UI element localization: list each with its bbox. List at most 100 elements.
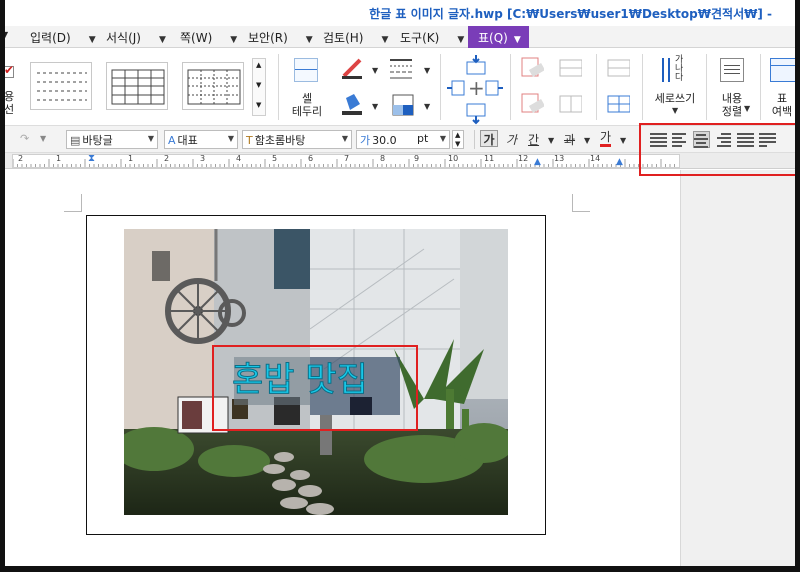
style-icon: ▤ <box>70 134 81 147</box>
insert-col-left-icon[interactable] <box>446 78 470 102</box>
ruler-mark: 7 <box>344 154 350 163</box>
plus-icon: + <box>468 76 485 100</box>
cell-height-equal-icon[interactable] <box>606 56 630 80</box>
delete-col-icon[interactable] <box>520 92 544 116</box>
alignment-highlight-box <box>639 123 799 176</box>
vertical-writing-label[interactable]: 세로쓰기 <box>648 92 702 105</box>
menu-page-label: 쪽(W) <box>180 31 213 45</box>
italic-button[interactable]: 가 <box>506 131 517 148</box>
chevron-down-icon: ▼ <box>513 35 521 45</box>
ruler-mark: 2 <box>164 154 170 163</box>
chevron-down-icon: ▼ <box>147 134 154 143</box>
menu-security-label: 보안(R) <box>248 31 288 45</box>
chevron-down-icon: ▼ <box>341 134 348 143</box>
chevron-down-icon[interactable]: ▼ <box>372 66 378 75</box>
chevron-down-icon: ▼ <box>230 35 238 45</box>
menu-page[interactable]: 쪽(W) ▼ <box>180 29 237 46</box>
chevron-down-icon[interactable]: ▼ <box>40 134 46 143</box>
cell-border-icon[interactable] <box>294 58 318 82</box>
strikethrough-button[interactable]: 과 <box>564 131 575 148</box>
redo-icon[interactable]: ↷ <box>20 132 29 145</box>
chevron-down-icon[interactable]: ▼ <box>620 136 626 145</box>
bold-button[interactable]: 가 <box>480 130 498 147</box>
font-color-button[interactable]: 가 <box>600 131 612 147</box>
style-select[interactable]: ▤ 바탕글 ▼ <box>66 130 158 149</box>
merge-cells-icon[interactable] <box>558 56 582 80</box>
menu-format[interactable]: 서식(J) ▼ <box>106 29 166 46</box>
vertical-writing-glyph: 가 나 다 <box>675 55 684 83</box>
table-style-grid-icon <box>111 69 165 105</box>
font-lang-select[interactable]: A 대표 ▼ <box>164 130 238 149</box>
chevron-down-icon[interactable]: ▼ <box>372 102 378 111</box>
split-cells-icon[interactable] <box>558 92 582 116</box>
page-side-margin <box>680 170 800 572</box>
menu-review[interactable]: 검토(H) ▼ <box>323 29 388 46</box>
chevron-down-icon: ▼ <box>88 35 96 45</box>
ruler-mark: 8 <box>380 154 386 163</box>
menu-insert-label: 입력(D) <box>30 31 71 45</box>
chevron-down-icon[interactable]: ▼ <box>672 106 678 115</box>
table-style-scroll[interactable]: ▲ ▼ ▼ <box>252 58 266 116</box>
crop-mark-top-right <box>572 194 590 212</box>
style-value: 바탕글 <box>82 134 113 147</box>
font-size-spinner[interactable]: ▲ ▼ <box>452 130 464 149</box>
chevron-down-icon[interactable]: ▼ <box>424 66 430 75</box>
ruler-mark: 9 <box>414 154 420 163</box>
font-size-unit: pt <box>417 132 429 145</box>
insert-row-above-icon[interactable] <box>464 54 488 78</box>
menu-insert[interactable]: 입력(D) ▼ <box>30 29 96 46</box>
table-margin-icon[interactable] <box>770 58 796 82</box>
window-title: 한글 표 이미지 글자.hwp [C:₩Users₩user1₩Desktop₩… <box>369 7 772 21</box>
chevron-down-icon[interactable]: ▼ <box>548 136 554 145</box>
font-size-icon: 가 <box>360 134 371 147</box>
ruler-mark: 11 <box>484 154 495 163</box>
menu-review-label: 검토(H) <box>323 31 364 45</box>
font-lang-icon: A <box>168 134 176 147</box>
ruler-mark: 10 <box>448 154 459 163</box>
cell-width-equal-icon[interactable] <box>606 92 630 116</box>
chevron-down-icon: ▼ <box>158 35 166 45</box>
pen-icon[interactable] <box>340 56 364 80</box>
cell-shade-icon[interactable] <box>392 94 416 118</box>
font-select[interactable]: T 함초롬바탕 ▼ <box>242 130 352 149</box>
menu-table[interactable]: 표(Q) ▼ <box>468 26 529 48</box>
chevron-down-icon: ▼ <box>381 35 389 45</box>
chevron-down-icon[interactable]: ▼ <box>584 136 590 145</box>
cell-fill-icon[interactable] <box>340 92 364 116</box>
ruler-mark: 1 <box>128 154 134 163</box>
hwp-window: 한글 표 이미지 글자.hwp [C:₩Users₩user1₩Desktop₩… <box>0 0 800 572</box>
delete-row-icon[interactable] <box>520 56 544 80</box>
ruler-mark: 3 <box>200 154 206 163</box>
menu-tools[interactable]: 도구(K) ▼ <box>400 29 464 46</box>
table-ribbon: ✔ 용 선 ▲ ▼ ▼ 셀 테두리 ▼ ▼ ▼ ▼ + 가 나 다 세로쓰기 ▼… <box>0 48 800 126</box>
chevron-down-icon: ▼ <box>305 35 313 45</box>
right-margin-marker-icon[interactable]: ▲ <box>616 157 623 167</box>
font-type-icon: T <box>246 134 253 147</box>
vertical-writing-icon[interactable]: 가 나 다 <box>660 56 694 88</box>
font-size-input[interactable]: 가 30.0 pt ▼ <box>356 130 450 149</box>
table-style-grid-dashed[interactable] <box>182 62 244 110</box>
insert-row-below-icon[interactable] <box>464 102 488 126</box>
text-highlight-box <box>212 345 418 431</box>
ruler-mark: 2 <box>18 154 24 163</box>
cell-border-label[interactable]: 셀 테두리 <box>286 92 328 118</box>
table-style-dashed[interactable] <box>30 62 92 110</box>
indent-marker-icon[interactable]: ⧗ <box>88 153 95 164</box>
ruler-mark: 5 <box>272 154 278 163</box>
menu-format-label: 서식(J) <box>106 31 141 45</box>
menu-security[interactable]: 보안(R) ▼ <box>248 29 313 46</box>
font-lang-value: 대표 <box>177 134 198 147</box>
chevron-down-icon[interactable]: ▼ <box>744 104 750 113</box>
underline-button[interactable]: 간 <box>528 131 539 148</box>
content-align-icon[interactable] <box>720 58 744 82</box>
right-indent-marker-icon[interactable]: ▲ <box>534 157 541 167</box>
table-style-grid[interactable] <box>106 62 168 110</box>
line-style-icon[interactable] <box>388 56 412 80</box>
window-frame-left <box>0 0 5 572</box>
ruler-mark: 6 <box>308 154 314 163</box>
title-bar: 한글 표 이미지 글자.hwp [C:₩Users₩user1₩Desktop₩… <box>0 0 800 26</box>
chevron-down-icon: ▼ <box>227 134 234 143</box>
insert-col-right-icon[interactable] <box>484 78 508 102</box>
chevron-down-icon[interactable]: ▼ <box>424 102 430 111</box>
ruler-mark: 4 <box>236 154 242 163</box>
